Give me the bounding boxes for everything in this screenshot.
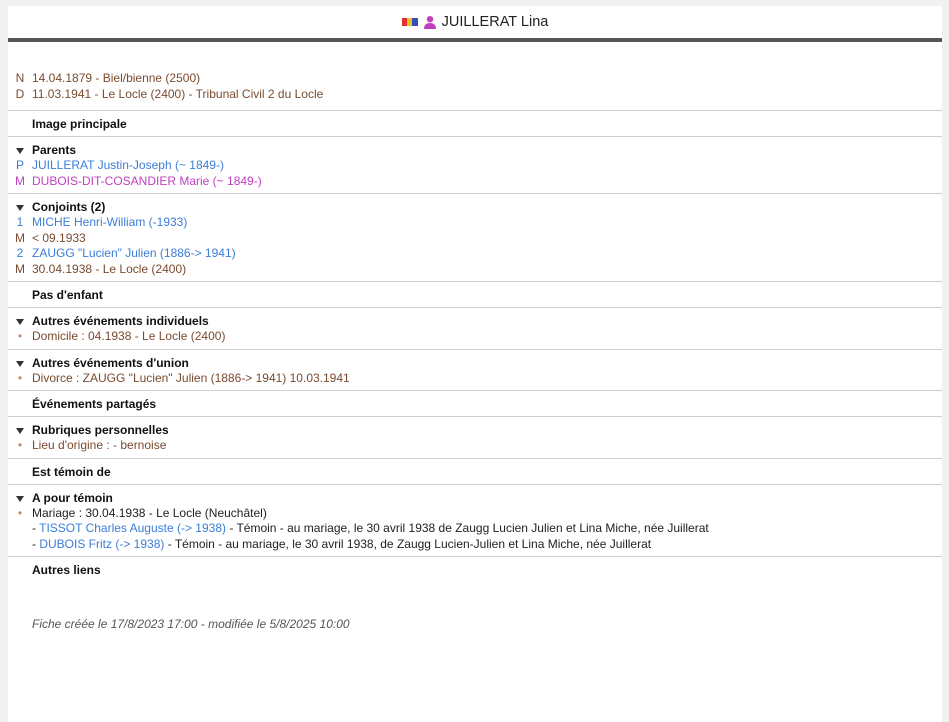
section-rubriques: Rubriques personnelles • Lieu d'origine :… (8, 416, 942, 458)
birth-text: 14.04.1879 - Biel/bienne (2500) (32, 71, 201, 85)
spouse-number: 1 (16, 215, 24, 229)
section-autres-union: Autres événements d'union • Divorce : ZAU… (8, 348, 942, 391)
collapse-triangle-icon[interactable] (16, 148, 24, 154)
section-parents: Parents P JUILLERAT Justin-Joseph (~ 1849… (8, 136, 942, 193)
witness-row: - DUBOIS Fritz (-> 1938) - Témoin - au m… (8, 537, 942, 553)
event-text: Divorce : ZAUGG "Lucien" Julien (1886-> … (32, 370, 350, 385)
witness-link[interactable]: TISSOT Charles Auguste (-> 1938) (39, 521, 226, 535)
father-code: P (15, 158, 24, 172)
collapse-triangle-icon[interactable] (16, 205, 24, 211)
death-code: D (15, 86, 25, 101)
person-name: JUILLERAT Lina (441, 14, 549, 30)
event-text: Domicile : 04.1938 - Le Locle (2400) (32, 329, 226, 343)
section-autres-liens: Autres liens (8, 556, 942, 582)
collapse-triangle-icon[interactable] (16, 319, 24, 325)
death-text: 11.03.1941 - Le Locle (2400) - Tribunal … (32, 86, 324, 101)
record-panel: JUILLERAT Lina N 14.04.1879 - Biel/bienn… (8, 6, 942, 722)
spouse-link[interactable]: ZAUGG "Lucien" Julien (1886-> 1941) (32, 246, 942, 262)
bullet-icon: • (17, 505, 23, 520)
section-autres-individuels: Autres événements individuels • Domicile … (8, 307, 942, 349)
witness-link[interactable]: DUBOIS Fritz (-> 1938) (39, 537, 164, 551)
witness-row: - TISSOT Charles Auguste (-> 1938) - Tém… (8, 521, 942, 537)
marriage-code: M (15, 230, 25, 245)
section-title: Conjoints (2) (32, 200, 106, 214)
flag-icon (401, 18, 418, 26)
autres-union-toggle[interactable]: Autres événements d'union (8, 355, 942, 371)
collapse-triangle-icon[interactable] (16, 428, 24, 434)
parents-toggle[interactable]: Parents (8, 142, 942, 158)
record-footer: Fiche créée le 17/8/2023 17:00 - modifié… (32, 617, 350, 631)
collapse-triangle-icon[interactable] (16, 360, 24, 367)
birth-code: N (15, 71, 25, 85)
conjoints-toggle[interactable]: Conjoints (2) (8, 199, 942, 215)
death-row: D 11.03.1941 - Le Locle (2400) - Tribuna… (8, 87, 942, 103)
bullet-icon: • (17, 329, 23, 343)
section-conjoints: Conjoints (2) 1 MICHE Henri-William (-193… (8, 193, 942, 281)
section-title: Autres événements individuels (32, 314, 209, 328)
pour-temoin-toggle[interactable]: A pour témoin (8, 490, 942, 506)
section-pour-temoin: A pour témoin • Mariage : 30.04.1938 - Le… (8, 483, 942, 557)
bullet-icon: • (17, 370, 23, 385)
bullet-icon: • (17, 438, 23, 452)
mother-code: M (15, 173, 25, 188)
marriage-text: 30.04.1938 - Le Locle (2400) (32, 261, 187, 276)
marriage-text: < 09.1933 (32, 230, 86, 245)
mother-link[interactable]: DUBOIS-DIT-COSANDIER Marie (~ 1849-) (32, 174, 942, 190)
marriage-code: M (15, 261, 25, 276)
spouse-link[interactable]: MICHE Henri-William (-1933) (32, 215, 942, 231)
section-temoin-de: Est témoin de (8, 457, 942, 484)
rubrique-text: Lieu d'origine : - bernoise (32, 438, 167, 452)
witness-desc: - Témoin - au mariage, le 30 avril 1938,… (164, 536, 652, 551)
section-title: A pour témoin (32, 490, 113, 505)
section-title: Image principale (32, 117, 127, 131)
section-partages: Événements partagés (8, 390, 942, 416)
section-title: Autres liens (32, 563, 101, 577)
rubriques-toggle[interactable]: Rubriques personnelles (8, 422, 942, 438)
section-title: Rubriques personnelles (32, 423, 169, 437)
section-title: Événements partagés (32, 397, 157, 411)
section-enfants: Pas d'enfant (8, 281, 942, 307)
father-link[interactable]: JUILLERAT Justin-Joseph (~ 1849-) (32, 158, 942, 174)
birth-row: N 14.04.1879 - Biel/bienne (2500) (8, 71, 942, 87)
section-title: Autres événements d'union (32, 355, 189, 370)
witness-desc: - Témoin - au mariage, le 30 avril 1938 … (226, 521, 709, 535)
section-title: Parents (32, 143, 77, 157)
person-icon (423, 16, 436, 29)
section-title: Pas d'enfant (32, 288, 103, 302)
spouse-number: 2 (16, 246, 24, 260)
section-image-principale: Image principale (8, 110, 942, 136)
collapse-triangle-icon[interactable] (16, 495, 24, 502)
section-title: Est témoin de (32, 464, 111, 479)
record-header: JUILLERAT Lina (8, 6, 942, 42)
autres-individuels-toggle[interactable]: Autres événements individuels (8, 313, 942, 329)
witness-event: Mariage : 30.04.1938 - Le Locle (Neuchât… (32, 505, 267, 520)
